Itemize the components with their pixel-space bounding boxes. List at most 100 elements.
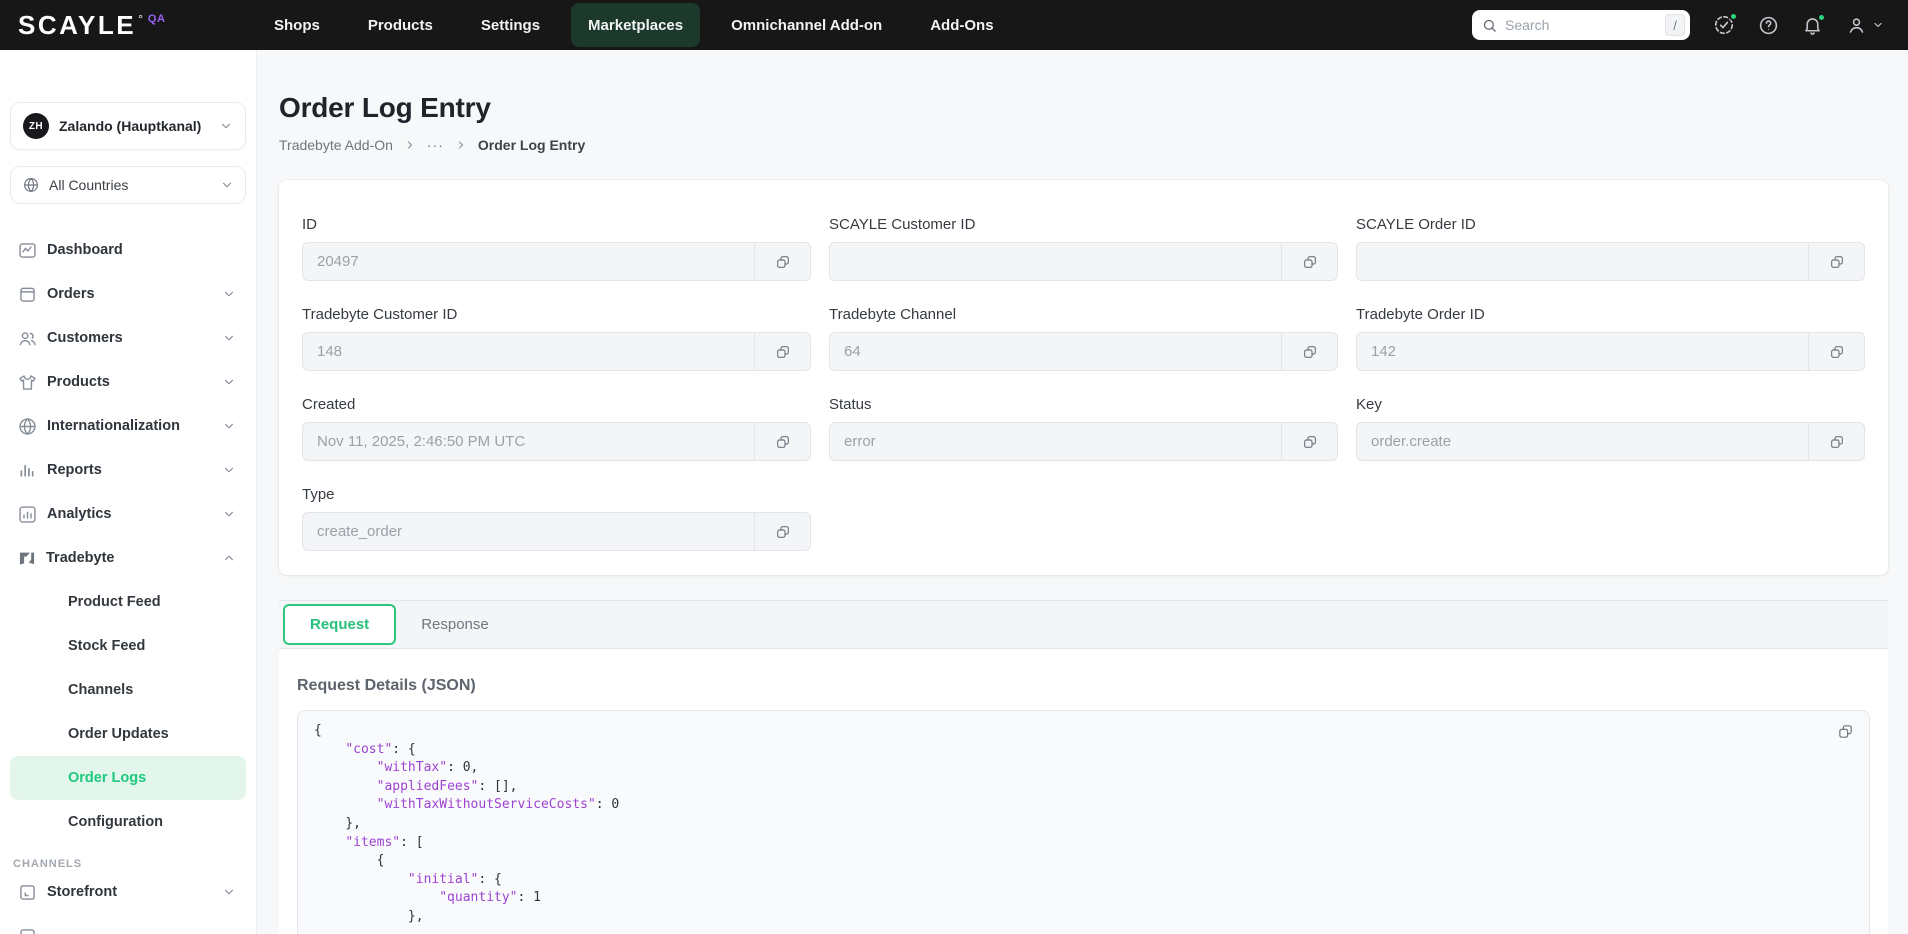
request-details-heading: Request Details (JSON)	[297, 677, 476, 694]
field: Type create_order	[302, 486, 811, 551]
sidebar-item-label: Customers	[47, 330, 123, 346]
logo-mark: °	[138, 12, 143, 26]
chevron-down-icon	[222, 463, 236, 477]
sidebar-item-analytics[interactable]: Analytics	[10, 492, 246, 536]
field-label: SCAYLE Customer ID	[829, 216, 976, 233]
field-input[interactable]: error	[829, 422, 1338, 461]
main-content: Order Log Entry Tradebyte Add-On ··· Ord…	[257, 50, 1908, 934]
search-placeholder: Search	[1505, 17, 1550, 33]
logo[interactable]: SCAYLE ° QA	[0, 10, 257, 41]
field-value: error	[844, 433, 876, 450]
copy-icon[interactable]	[754, 333, 810, 370]
sidebar-item-storefront[interactable]: Storefront	[10, 870, 246, 914]
search-icon	[1482, 18, 1497, 33]
chevron-down-icon	[220, 178, 234, 192]
field-value	[830, 243, 1281, 280]
nav-omnichannel-add-on[interactable]: Omnichannel Add-on	[714, 3, 899, 47]
request-json-block: { "cost": { "withTax": 0, "appliedFees":…	[297, 710, 1870, 934]
chevron-down-icon	[1872, 19, 1884, 31]
sidebar-item-reports[interactable]: Reports	[10, 448, 246, 492]
topbar-right: Search /	[1472, 10, 1908, 40]
field: ID 20497	[302, 216, 811, 281]
copy-icon[interactable]	[1281, 243, 1337, 280]
copy-icon[interactable]	[1281, 423, 1337, 460]
sidebar-subitem-order-updates[interactable]: Order Updates	[10, 712, 246, 756]
field: SCAYLE Customer ID	[829, 216, 1338, 281]
sidebar-item-tradebyte[interactable]: Tradebyte	[10, 536, 246, 580]
breadcrumb-root[interactable]: Tradebyte Add-On	[279, 137, 393, 153]
tradebyte-logo-icon	[17, 548, 37, 568]
field-input[interactable]	[1356, 242, 1865, 281]
copy-icon[interactable]	[1837, 723, 1854, 745]
tab-strip: Request Response	[279, 600, 1888, 649]
copy-icon[interactable]	[754, 513, 810, 550]
top-bar: SCAYLE ° QA Shops Products Settings Mark…	[0, 0, 1908, 50]
help-icon[interactable]	[1758, 15, 1779, 36]
field-input[interactable]: Nov 11, 2025, 2:46:50 PM UTC	[302, 422, 811, 461]
sidebar-item-partially-visible[interactable]	[10, 914, 246, 934]
field-input[interactable]: order.create	[1356, 422, 1865, 461]
sidebar-item-internationalization[interactable]: Internationalization	[10, 404, 246, 448]
shop-selector[interactable]: ZH Zalando (Hauptkanal)	[10, 102, 246, 150]
search-input[interactable]: Search /	[1472, 10, 1690, 40]
country-selector[interactable]: All Countries	[10, 166, 246, 204]
tab-request[interactable]: Request	[283, 604, 397, 645]
field-input[interactable]: 64	[829, 332, 1338, 371]
orders-box-icon	[17, 284, 38, 305]
search-shortcut-key: /	[1665, 14, 1685, 36]
logo-text: SCAYLE	[18, 9, 137, 40]
field-input[interactable]: 142	[1356, 332, 1865, 371]
sidebar-subitem-configuration[interactable]: Configuration	[10, 800, 246, 844]
notifications-bell-icon[interactable]	[1802, 12, 1826, 36]
request-json-code: { "cost": { "withTax": 0, "appliedFees":…	[314, 723, 620, 924]
sidebar-item-label: Products	[47, 374, 110, 390]
user-icon	[1846, 15, 1867, 36]
nav-products[interactable]: Products	[351, 3, 450, 47]
field-input[interactable]: create_order	[302, 512, 811, 551]
field: Tradebyte Customer ID 148	[302, 306, 811, 371]
copy-icon[interactable]	[1281, 333, 1337, 370]
page-title: Order Log Entry	[279, 92, 491, 123]
dashboard-icon	[17, 240, 38, 261]
sidebar-subitem-channels[interactable]: Channels	[10, 668, 246, 712]
sidebar-subitem-stock-feed[interactable]: Stock Feed	[10, 624, 246, 668]
user-menu[interactable]	[1846, 15, 1884, 36]
field-label: Tradebyte Order ID	[1356, 306, 1485, 323]
tab-response[interactable]: Response	[396, 616, 514, 633]
copy-icon[interactable]	[1808, 243, 1864, 280]
bar-chart-icon	[17, 460, 38, 481]
field-label: Created	[302, 396, 356, 413]
globe-icon	[17, 416, 38, 437]
field-value: create_order	[317, 523, 403, 540]
field-input[interactable]: 148	[302, 332, 811, 371]
nav-settings[interactable]: Settings	[464, 3, 557, 47]
copy-icon[interactable]	[754, 243, 810, 280]
channels-section-label: CHANNELS	[13, 858, 83, 870]
nav-shops[interactable]: Shops	[257, 3, 337, 47]
system-status-icon[interactable]	[1713, 12, 1738, 36]
nav-add-ons[interactable]: Add-Ons	[913, 3, 1010, 47]
field-label: Type	[302, 486, 335, 503]
field-input[interactable]: 20497	[302, 242, 811, 281]
copy-icon[interactable]	[754, 423, 810, 460]
sidebar-item-orders[interactable]: Orders	[10, 272, 246, 316]
field-label: Tradebyte Customer ID	[302, 306, 458, 323]
sidebar-item-products[interactable]: Products	[10, 360, 246, 404]
nav-marketplaces[interactable]: Marketplaces	[571, 3, 701, 47]
breadcrumb-ellipsis[interactable]: ···	[427, 137, 444, 153]
sidebar-item-customers[interactable]: Customers	[10, 316, 246, 360]
sidebar-subitem-order-logs[interactable]: Order Logs	[10, 756, 246, 800]
chevron-down-icon	[222, 375, 236, 389]
sidebar-item-label: Internationalization	[47, 418, 180, 434]
sidebar-item-dashboard[interactable]: Dashboard	[10, 228, 246, 272]
copy-icon[interactable]	[1808, 333, 1864, 370]
field-label: Key	[1356, 396, 1382, 413]
chevron-down-icon	[222, 507, 236, 521]
sidebar: ZH Zalando (Hauptkanal) All Countries Da…	[0, 50, 257, 934]
field-input[interactable]	[829, 242, 1338, 281]
sidebar-subitem-product-feed[interactable]: Product Feed	[10, 580, 246, 624]
copy-icon[interactable]	[1808, 423, 1864, 460]
chevron-down-icon	[222, 331, 236, 345]
globe-icon	[22, 176, 40, 194]
chevron-down-icon	[219, 119, 233, 133]
